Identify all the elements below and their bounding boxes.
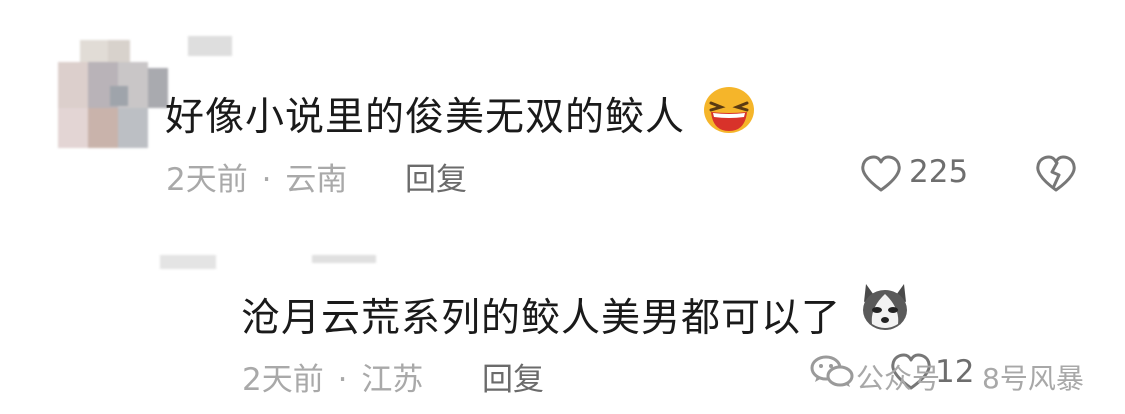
husky-dog-emoji [863, 284, 907, 330]
comment-text: 好像小说里的俊美无双的鲛人 [165, 95, 686, 140]
username-blurred[interactable] [188, 36, 232, 56]
dislike-broken-heart-icon[interactable] [1035, 155, 1077, 193]
watermark-prefix: 公众号 [856, 362, 941, 395]
avatar[interactable] [58, 40, 168, 150]
comment-location: 云南 [285, 162, 348, 198]
like-count: 12 [935, 354, 975, 390]
meta-separator: · [337, 362, 348, 398]
comment-time: 2天前 [242, 362, 324, 398]
username-blurred[interactable] [312, 255, 376, 263]
heart-icon[interactable] [860, 155, 902, 193]
like-count: 225 [909, 154, 969, 190]
avatar[interactable] [160, 255, 216, 269]
comment-meta: 2天前 · 云南 [166, 154, 347, 199]
meta-separator: · [261, 162, 272, 198]
comment-location: 江苏 [361, 362, 424, 398]
wechat-icon [810, 355, 854, 387]
comment-time: 2天前 [166, 162, 248, 198]
reply-button[interactable]: 回复 [405, 154, 467, 199]
laughing-face-emoji [704, 87, 754, 133]
comment-text: 沧月云荒系列的鲛人美男都可以了 [241, 296, 842, 341]
comment-meta: 2天前 · 江苏 [242, 354, 423, 399]
reply-button[interactable]: 回复 [482, 354, 544, 399]
watermark-name: 8号风暴 [982, 362, 1084, 395]
